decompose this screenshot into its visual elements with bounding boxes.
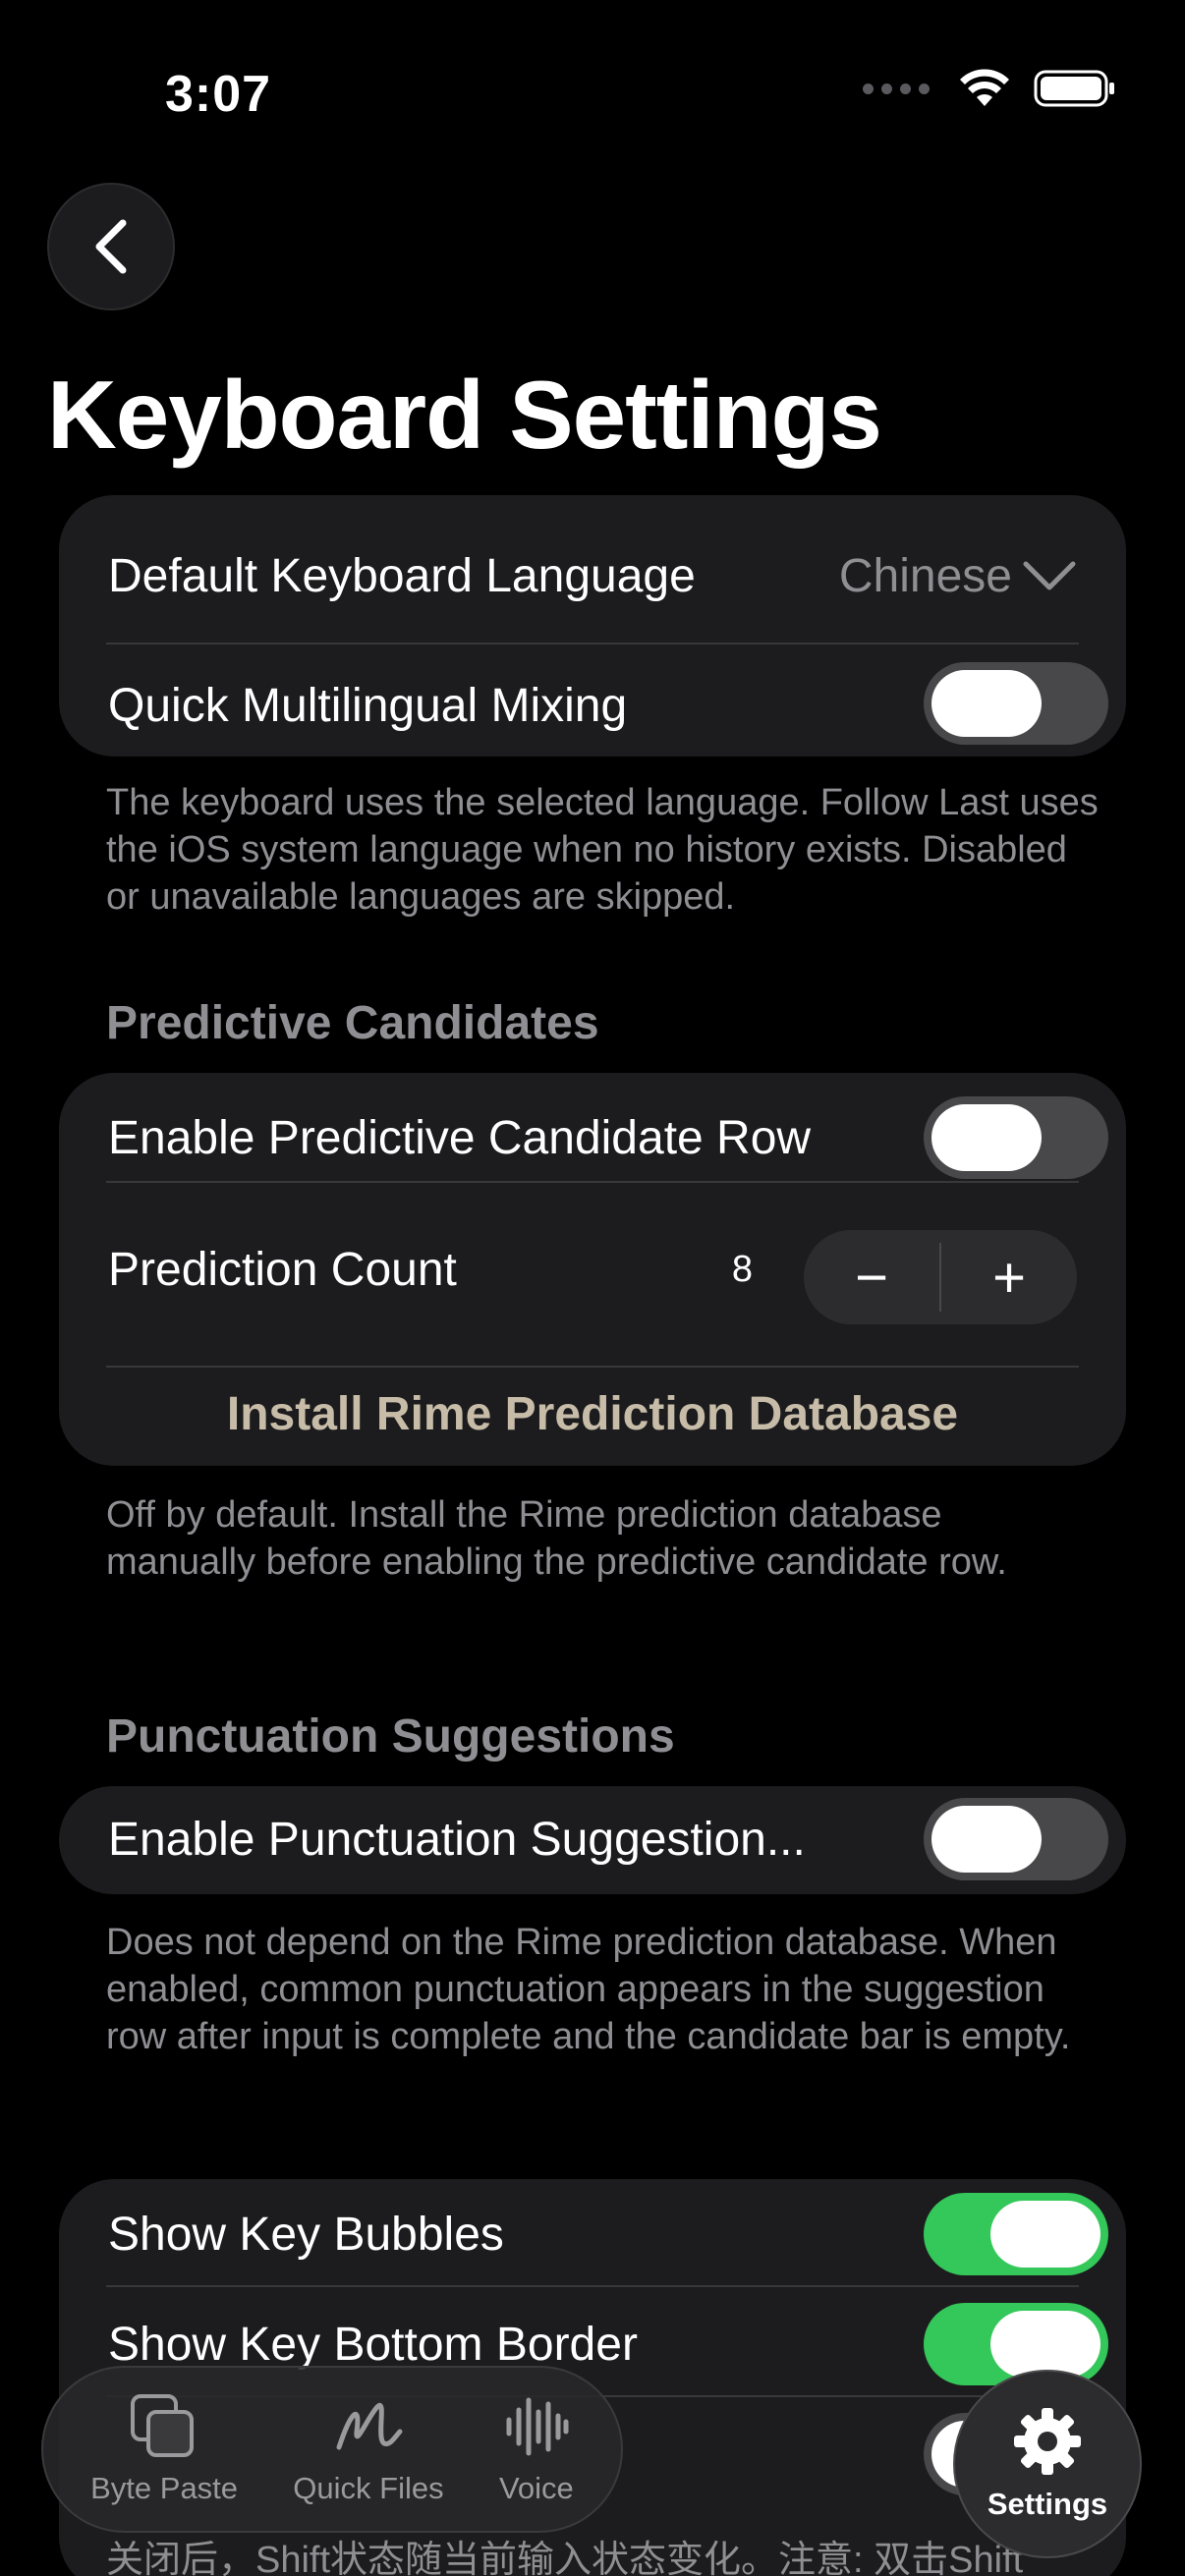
back-button[interactable] <box>47 183 175 310</box>
language-value: Chinese <box>838 549 1012 602</box>
divider <box>106 1366 1079 1368</box>
key-bottom-border-label: Show Key Bottom Border <box>108 2318 638 2371</box>
default-language-row[interactable]: Default Keyboard Language Chinese <box>108 525 1077 627</box>
key-bubbles-toggle[interactable] <box>924 2193 1108 2275</box>
copy-icon <box>131 2394 195 2457</box>
quick-mixing-label: Quick Multilingual Mixing <box>108 679 628 732</box>
prediction-count-stepper[interactable]: − + <box>804 1230 1077 1324</box>
tab-label: Voice <box>498 2471 574 2505</box>
divider <box>106 2285 1079 2287</box>
predictive-section-header: Predictive Candidates <box>106 997 599 1049</box>
status-icons <box>863 69 1116 108</box>
screen: 3:07 Keyboard Settings Default Keyboard … <box>0 0 1185 2576</box>
chevron-left-icon <box>95 219 127 274</box>
enable-punctuation-label: Enable Punctuation Suggestion... <box>108 1813 806 1866</box>
decrement-button[interactable]: − <box>804 1230 939 1324</box>
cellular-signal-icon <box>863 83 930 94</box>
chevron-down-icon <box>1023 561 1076 590</box>
page-title: Keyboard Settings <box>47 361 882 469</box>
tab-bar: Byte Paste Quick Files Voice <box>41 2366 623 2533</box>
gear-icon <box>1014 2408 1081 2475</box>
tab-label: Settings <box>987 2487 1108 2521</box>
enable-predictive-label: Enable Predictive Candidate Row <box>108 1111 812 1164</box>
default-language-label: Default Keyboard Language <box>108 549 696 602</box>
key-bottom-border-toggle[interactable] <box>924 2303 1108 2385</box>
punctuation-footnote: Does not depend on the Rime prediction d… <box>106 1922 1071 2057</box>
prediction-count-label: Prediction Count <box>108 1243 457 1296</box>
language-select[interactable]: Chinese <box>839 549 1077 603</box>
plus-icon: + <box>992 1245 1026 1310</box>
quick-mixing-toggle[interactable] <box>924 662 1108 745</box>
enable-punctuation-toggle[interactable] <box>924 1798 1108 1880</box>
tab-byte-paste[interactable]: Byte Paste <box>90 2392 238 2506</box>
divider <box>106 643 1079 644</box>
minus-icon: − <box>855 1245 888 1310</box>
predictive-footnote: Off by default. Install the Rime predict… <box>106 1494 1007 1583</box>
language-card: Default Keyboard Language Chinese Quick … <box>59 495 1126 756</box>
prediction-count-row: Prediction Count 8 <box>108 1222 753 1316</box>
divider <box>106 1181 1079 1183</box>
tab-settings[interactable]: Settings <box>953 2370 1142 2558</box>
tab-label: Byte Paste <box>90 2471 239 2505</box>
punctuation-card: Enable Punctuation Suggestion... <box>59 1786 1126 1894</box>
waveform-icon <box>506 2397 569 2456</box>
key-bubbles-label: Show Key Bubbles <box>108 2208 504 2261</box>
tab-voice[interactable]: Voice <box>499 2392 574 2506</box>
wifi-icon <box>960 69 1009 106</box>
enable-predictive-toggle[interactable] <box>924 1096 1108 1179</box>
tab-quick-files[interactable]: Quick Files <box>293 2392 444 2506</box>
predictive-card: Enable Predictive Candidate Row Predicti… <box>59 1073 1126 1466</box>
status-time: 3:07 <box>165 66 272 123</box>
scribble-icon <box>336 2403 403 2450</box>
prediction-count-value: 8 <box>731 1248 753 1290</box>
battery-icon <box>1034 70 1114 107</box>
language-footnote: The keyboard uses the selected language.… <box>106 782 1099 918</box>
install-prediction-database-button[interactable]: Install Rime Prediction Database <box>59 1387 1126 1441</box>
shift-state-note: 关闭后，Shift状态随当前输入状态变化。注意: 双击Shift <box>106 2540 1024 2576</box>
increment-button[interactable]: + <box>941 1230 1077 1324</box>
punctuation-section-header: Punctuation Suggestions <box>106 1710 675 1763</box>
tab-label: Quick Files <box>293 2471 444 2505</box>
